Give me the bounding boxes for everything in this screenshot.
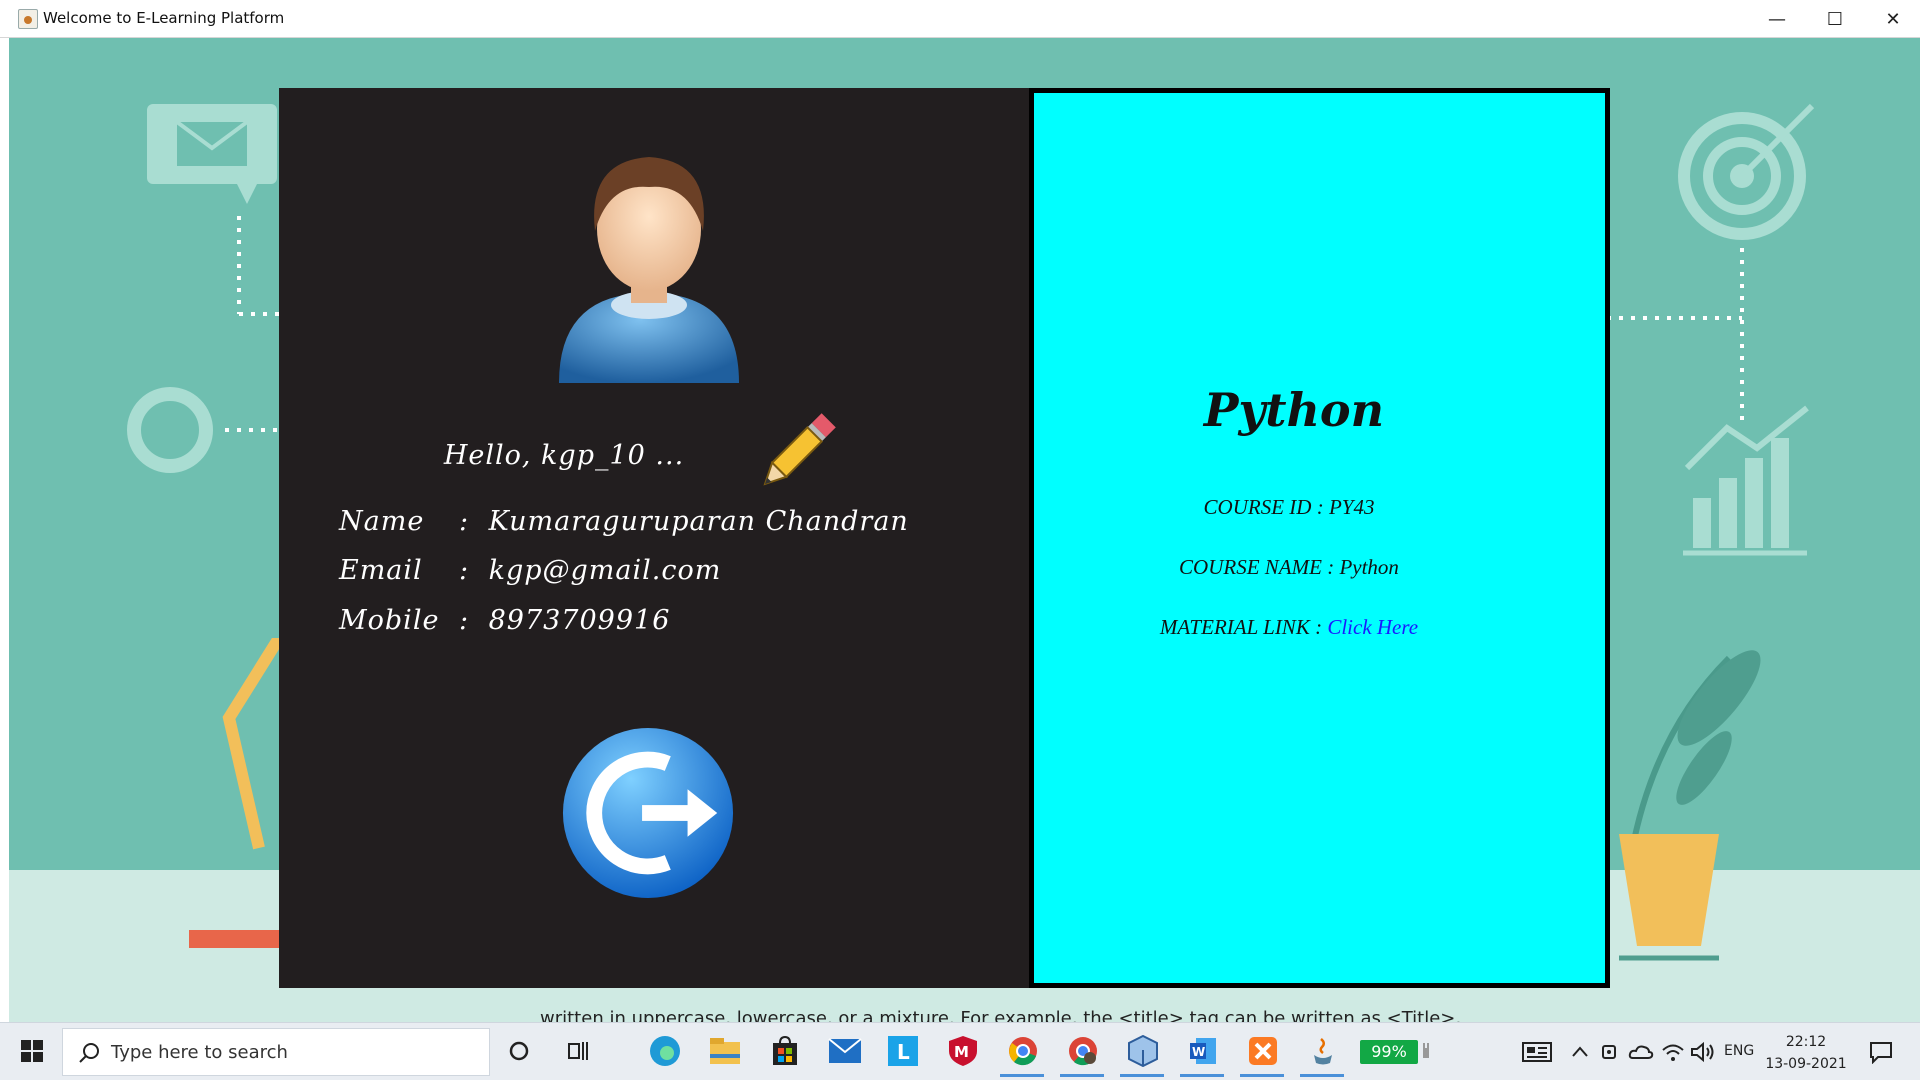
course-title: Python [1203,383,1385,437]
mobile-separator: : [458,605,470,636]
lamp-decoration-icon [189,638,289,948]
svg-text:W: W [1192,1045,1205,1059]
course-id-value: PY43 [1328,495,1375,519]
xampp-icon[interactable] [1242,1030,1284,1072]
onedrive-cloud-icon[interactable] [1628,1040,1654,1064]
svg-text:M: M [954,1043,969,1061]
mobile-label: Mobile [339,605,440,636]
email-separator: : [458,555,470,586]
material-link-row: MATERIAL LINK : Click Here [1034,615,1544,640]
course-id-separator: : [1316,495,1324,519]
material-link-label: MATERIAL LINK [1159,615,1310,639]
cortana-icon[interactable] [498,1030,540,1072]
news-widget-icon[interactable] [1522,1040,1552,1064]
word-icon[interactable]: W [1182,1030,1224,1072]
material-link-separator: : [1315,615,1323,639]
java-icon[interactable] [1302,1030,1344,1072]
charging-plug-icon [1423,1043,1429,1058]
taskbar-search-box[interactable]: Type here to search [62,1028,490,1076]
course-id-label: COURSE ID [1203,495,1312,519]
word-active-indicator [1180,1074,1224,1077]
minimize-button[interactable]: — [1748,0,1806,38]
battery-status[interactable]: 99% [1360,1040,1418,1064]
store-icon[interactable] [764,1030,806,1072]
mobile-value: 8973709916 [488,605,671,636]
course-name-value: Python [1339,555,1399,579]
window-title: Welcome to E-Learning Platform [43,9,285,27]
user-avatar-icon [559,157,739,383]
meet-now-icon[interactable] [1600,1040,1620,1064]
course-id-row: COURSE ID : PY43 [1034,495,1544,520]
virtualbox-active-indicator [1120,1074,1164,1077]
windows-logo-icon [21,1040,43,1062]
edge-browser-icon[interactable] [644,1030,686,1072]
java-active-indicator [1300,1074,1344,1077]
course-name-label: COURSE NAME [1179,555,1322,579]
background-window-text: written in uppercase, lowercase, or a mi… [540,1008,1462,1022]
close-button[interactable]: ✕ [1864,0,1920,38]
mcafee-icon[interactable]: M [942,1030,984,1072]
search-placeholder: Type here to search [111,1042,288,1063]
volume-icon[interactable] [1690,1040,1716,1064]
potted-plant-icon [1619,650,1761,961]
xampp-active-indicator [1240,1074,1284,1077]
course-name-row: COURSE NAME : Python [1034,555,1544,580]
chrome-icon[interactable] [1002,1030,1044,1072]
wifi-icon[interactable] [1660,1040,1686,1064]
profile-email-row: Email: kgp@gmail.com [339,555,721,586]
clock-date[interactable]: 13-09-2021 [1764,1056,1848,1072]
input-language[interactable]: ENG [1724,1043,1754,1059]
chrome-profile-icon[interactable] [1062,1030,1104,1072]
clock-time[interactable]: 22:12 [1770,1034,1842,1050]
window-titlebar: Welcome to E-Learning Platform — ☐ ✕ [0,0,1920,38]
course-name-separator: : [1327,555,1335,579]
start-button[interactable] [10,1028,54,1074]
notifications-icon[interactable] [1868,1040,1894,1064]
mail-bubble-icon [147,104,297,316]
file-explorer-icon[interactable] [704,1030,746,1072]
profile-name-row: Name: Kumaraguruparan Chandran [339,506,909,537]
profile-mobile-row: Mobile: 8973709916 [339,605,670,636]
name-separator: : [458,506,470,537]
logout-icon[interactable] [559,724,737,902]
chrome-profile-active-indicator [1060,1074,1104,1077]
material-link[interactable]: Click Here [1327,615,1418,639]
profile-panel: Hello, kgp_10 ... Name: Kumaraguruparan … [279,88,1029,988]
name-label: Name [339,506,425,537]
mail-icon[interactable] [824,1030,866,1072]
course-panel: Python COURSE ID : PY43 COURSE NAME : Py… [1029,88,1610,988]
target-icon [1607,103,1815,556]
search-icon [79,1043,99,1063]
show-hidden-icons-chevron-icon[interactable] [1570,1040,1590,1064]
svg-text:L: L [897,1040,910,1064]
donut-chart-icon [127,387,295,473]
task-view-icon[interactable] [558,1030,600,1072]
email-label: Email [339,555,423,586]
java-app-icon [18,9,38,29]
name-value: Kumaraguruparan Chandran [488,506,909,537]
virtualbox-icon[interactable] [1122,1030,1164,1072]
maximize-button[interactable]: ☐ [1806,0,1864,38]
l-app-icon[interactable]: L [882,1030,924,1072]
email-value: kgp@gmail.com [488,555,722,586]
pencil-icon[interactable] [759,410,839,490]
chrome-active-indicator [1000,1074,1044,1077]
